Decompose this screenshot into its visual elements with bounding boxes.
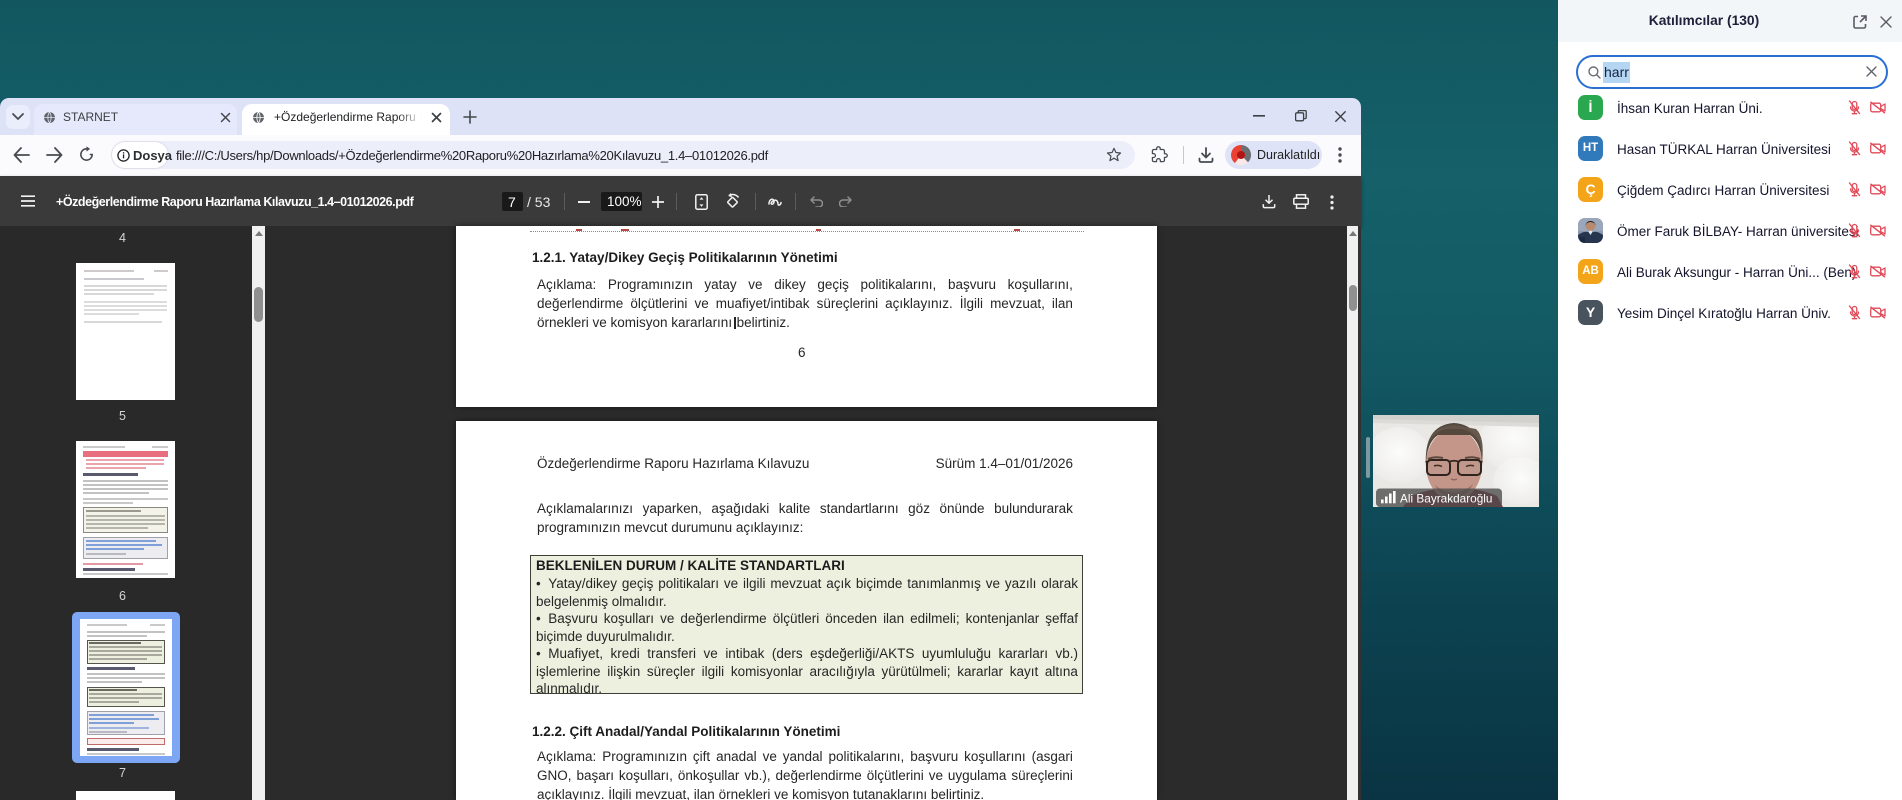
svg-text:Ali Bayrakdaroğlu: Ali Bayrakdaroğlu xyxy=(1400,492,1492,506)
